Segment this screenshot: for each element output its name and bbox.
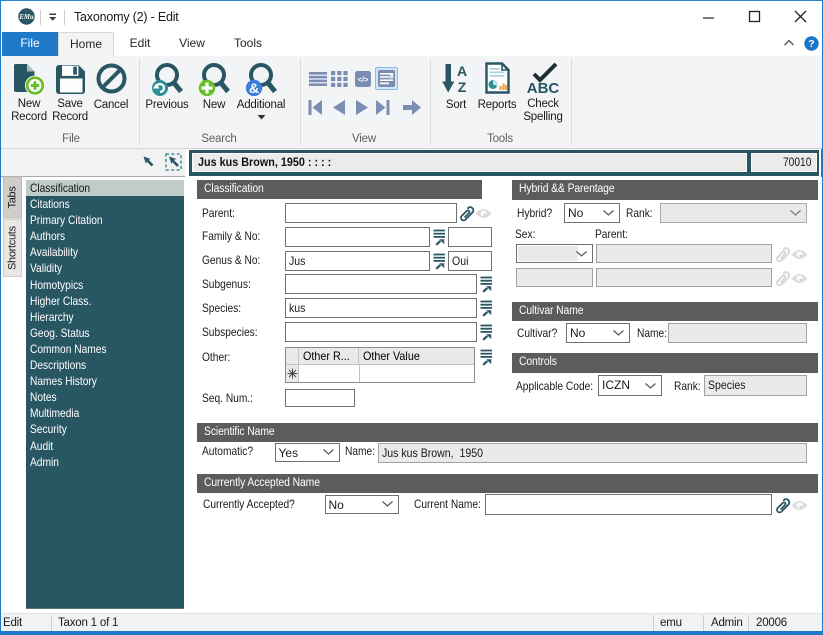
svg-text:EMu: EMu: [18, 14, 34, 21]
svg-text:A: A: [457, 63, 467, 79]
svg-text:</>: </>: [358, 75, 369, 84]
svg-text:ABC: ABC: [527, 80, 560, 95]
svg-text:&: &: [249, 80, 259, 96]
svg-text:Z: Z: [458, 79, 467, 94]
svg-text:?: ?: [808, 38, 814, 50]
